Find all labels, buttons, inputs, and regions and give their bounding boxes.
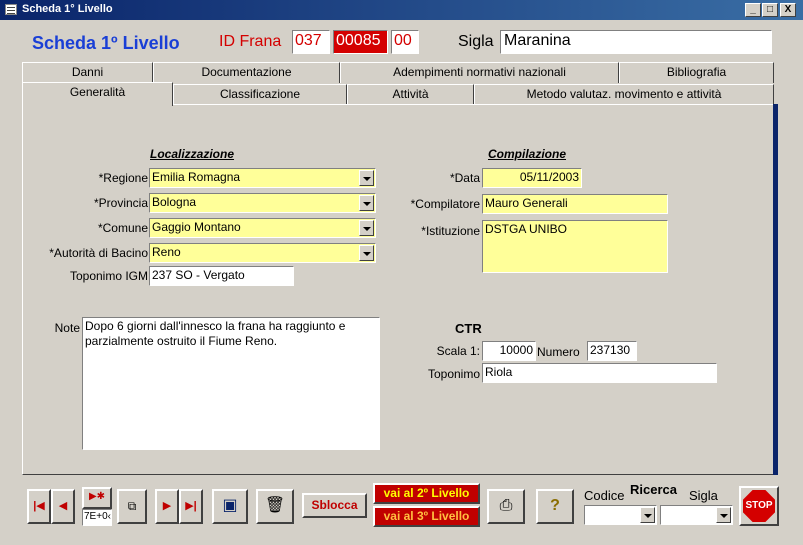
toponimo-igm-label: Toponimo IGM — [69, 269, 148, 283]
save-icon: ▣ — [222, 497, 238, 514]
sblocca-button[interactable]: Sblocca — [302, 493, 367, 518]
numero-label: Numero — [537, 345, 580, 359]
id-frana-label: ID Frana — [219, 33, 282, 50]
maximize-button[interactable]: □ — [762, 3, 778, 17]
print-button[interactable]: ⎙ — [487, 489, 525, 524]
id-part1-field[interactable]: 037 — [292, 30, 330, 54]
print-icon: ⎙ — [499, 497, 513, 514]
find-icon: ⧉ — [127, 499, 137, 513]
tab-bibliografia[interactable]: Bibliografia — [619, 62, 774, 83]
note-textarea[interactable]: Dopo 6 giorni dall'innesco la frana ha r… — [82, 317, 380, 450]
first-record-icon: |◀ — [33, 500, 45, 512]
compilatore-label: *Compilatore — [410, 197, 480, 211]
compilazione-heading: Compilazione — [488, 147, 567, 161]
tab-classificazione[interactable]: Classificazione — [173, 84, 347, 105]
ricerca-sigla-label: Sigla — [689, 488, 718, 503]
toponimo-igm-field[interactable]: 237 SO - Vergato — [149, 266, 294, 286]
prev-record-icon: ◀ — [58, 500, 68, 512]
id-part2-field[interactable]: 00085 — [333, 30, 388, 54]
istituzione-field[interactable]: DSTGA UNIBO — [482, 220, 668, 273]
next-record-icon: ▶ — [162, 500, 172, 512]
save-button[interactable]: ▣ — [212, 489, 248, 524]
tab-attivita[interactable]: Attività — [347, 84, 474, 105]
provincia-label: *Provincia — [93, 196, 148, 210]
provincia-combo[interactable]: Bologna — [149, 193, 376, 213]
ctr-heading: CTR — [455, 321, 482, 336]
vai-2-livello-button[interactable]: vai al 2º Livello — [373, 483, 480, 504]
form-title: Scheda 1º Livello — [32, 33, 180, 53]
window-title: Scheda 1° Livello — [22, 3, 113, 15]
compilatore-field[interactable]: Mauro Generali — [482, 194, 668, 214]
comune-label: *Comune — [97, 221, 148, 235]
next-record-button[interactable]: ▶ — [155, 489, 179, 524]
title-bar: Scheda 1° Livello _ □ X — [0, 0, 803, 20]
dropdown-arrow-icon[interactable] — [640, 507, 655, 523]
comune-value: Gaggio Montano — [152, 220, 241, 234]
new-record-icon: ▶✱ — [88, 491, 106, 502]
id-part3-field[interactable]: 00 — [391, 30, 419, 54]
dropdown-arrow-icon[interactable] — [359, 195, 374, 211]
minimize-button[interactable]: _ — [745, 3, 761, 17]
delete-icon: 🗑 — [264, 497, 286, 514]
scala-label: Scala 1: — [436, 344, 480, 358]
regione-label: *Regione — [98, 171, 148, 185]
tab-documentazione[interactable]: Documentazione — [153, 62, 340, 83]
tab-adempimenti[interactable]: Adempimenti normativi nazionali — [340, 62, 619, 83]
tab-generalita[interactable]: Generalità — [22, 82, 173, 106]
help-icon: ? — [550, 497, 560, 514]
numero-field[interactable]: 237130 — [587, 341, 637, 361]
dropdown-arrow-icon[interactable] — [359, 220, 374, 236]
sigla-field[interactable]: Maranina — [500, 30, 772, 54]
note-label: Note — [54, 321, 80, 335]
vai-3-livello-button[interactable]: vai al 3º Livello — [373, 506, 480, 527]
data-label: *Data — [449, 171, 480, 185]
autorita-label: *Autorità di Bacino — [49, 246, 148, 260]
tab-metodo[interactable]: Metodo valutaz. movimento e attività — [474, 84, 774, 105]
close-button[interactable]: X — [780, 3, 796, 17]
regione-combo[interactable]: Emilia Romagna — [149, 168, 376, 188]
sigla-search-combo[interactable] — [660, 505, 733, 525]
form-icon — [5, 4, 17, 15]
istituzione-label: *Istituzione — [421, 224, 480, 238]
autorita-combo[interactable]: Reno — [149, 243, 376, 263]
prev-record-button[interactable]: ◀ — [51, 489, 75, 524]
toponimo-field[interactable]: Riola — [482, 363, 717, 383]
panel-shadow — [773, 104, 778, 475]
comune-combo[interactable]: Gaggio Montano — [149, 218, 376, 238]
data-field[interactable]: 05/11/2003 — [482, 168, 582, 188]
sigla-label: Sigla — [458, 33, 494, 50]
new-record-button[interactable]: ▶✱ — [82, 487, 112, 509]
codice-label: Codice — [584, 488, 625, 503]
autorita-value: Reno — [152, 245, 181, 259]
last-record-button[interactable]: ▶| — [179, 489, 203, 524]
tab-danni[interactable]: Danni — [22, 62, 153, 83]
record-number-field[interactable]: 7E+0‹ — [82, 509, 112, 526]
dropdown-arrow-icon[interactable] — [359, 245, 374, 261]
last-record-icon: ▶| — [185, 500, 197, 512]
help-button[interactable]: ? — [536, 489, 574, 524]
toponimo-label: Toponimo — [427, 367, 480, 381]
delete-button[interactable]: 🗑 — [256, 489, 294, 524]
regione-value: Emilia Romagna — [152, 170, 241, 184]
localizzazione-heading: Localizzazione — [150, 147, 235, 161]
scala-field[interactable]: 10000 — [482, 341, 536, 361]
first-record-button[interactable]: |◀ — [27, 489, 51, 524]
dropdown-arrow-icon[interactable] — [716, 507, 731, 523]
provincia-value: Bologna — [152, 195, 197, 209]
ricerca-label: Ricerca — [630, 482, 677, 497]
find-button[interactable]: ⧉ — [117, 489, 147, 524]
codice-search-combo[interactable] — [584, 505, 657, 525]
dropdown-arrow-icon[interactable] — [359, 170, 374, 186]
